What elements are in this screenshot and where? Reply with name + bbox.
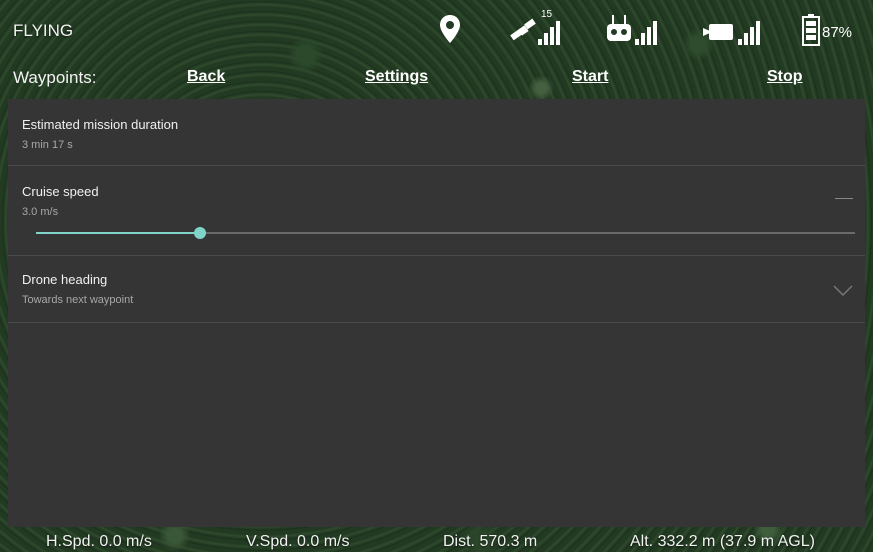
- mission-duration-row: Estimated mission duration 3 min 17 s: [8, 99, 865, 166]
- slider-fill: [36, 232, 200, 234]
- drone-heading-title: Drone heading: [22, 272, 108, 287]
- telemetry-bar: H.Spd. 0.0 m/s V.Spd. 0.0 m/s Dist. 570.…: [8, 527, 865, 552]
- flight-mode-label: FLYING: [13, 21, 74, 40]
- vertical-speed: V.Spd. 0.0 m/s: [246, 533, 350, 550]
- cruise-speed-row: Cruise speed 3.0 m/s: [8, 166, 865, 255]
- satellite-icon: [509, 18, 537, 47]
- waypoint-settings-panel: Estimated mission duration 3 min 17 s Cr…: [8, 99, 865, 527]
- battery-icon: [802, 14, 820, 51]
- stop-button[interactable]: Stop: [767, 68, 803, 86]
- camera-icon: [703, 22, 735, 47]
- collapse-icon[interactable]: [835, 198, 853, 199]
- drone-heading-value: Towards next waypoint: [22, 294, 134, 306]
- video-signal-bars: [738, 21, 760, 45]
- horizontal-speed: H.Spd. 0.0 m/s: [46, 533, 152, 550]
- rc-signal-bars: [635, 21, 657, 45]
- distance: Dist. 570.3 m: [443, 533, 538, 550]
- cruise-speed-title: Cruise speed: [22, 184, 99, 199]
- altitude: Alt. 332.2 m (37.9 m AGL): [630, 533, 815, 550]
- start-button[interactable]: Start: [572, 68, 608, 86]
- cruise-speed-value: 3.0 m/s: [22, 206, 59, 218]
- back-button[interactable]: Back: [187, 68, 225, 86]
- top-status-bar: FLYING 15 87% Waypoints: Back Settings S…: [8, 8, 865, 100]
- location-pin-icon: [439, 14, 461, 49]
- settings-button[interactable]: Settings: [365, 68, 428, 86]
- chevron-down-icon[interactable]: [833, 284, 853, 302]
- gps-satellite-count: 15: [541, 9, 553, 20]
- drone-heading-row[interactable]: Drone heading Towards next waypoint: [8, 256, 865, 323]
- waypoint-nav-row: Waypoints: Back Settings Start Stop: [8, 66, 865, 96]
- mission-duration-value: 3 min 17 s: [22, 139, 73, 151]
- remote-controller-icon: [606, 15, 632, 48]
- battery-percent: 87%: [822, 24, 853, 41]
- mission-duration-title: Estimated mission duration: [22, 117, 179, 132]
- gps-signal-bars: [538, 21, 560, 45]
- waypoints-label: Waypoints:: [13, 68, 97, 87]
- slider-thumb[interactable]: [193, 227, 206, 239]
- cruise-speed-slider[interactable]: [36, 227, 855, 239]
